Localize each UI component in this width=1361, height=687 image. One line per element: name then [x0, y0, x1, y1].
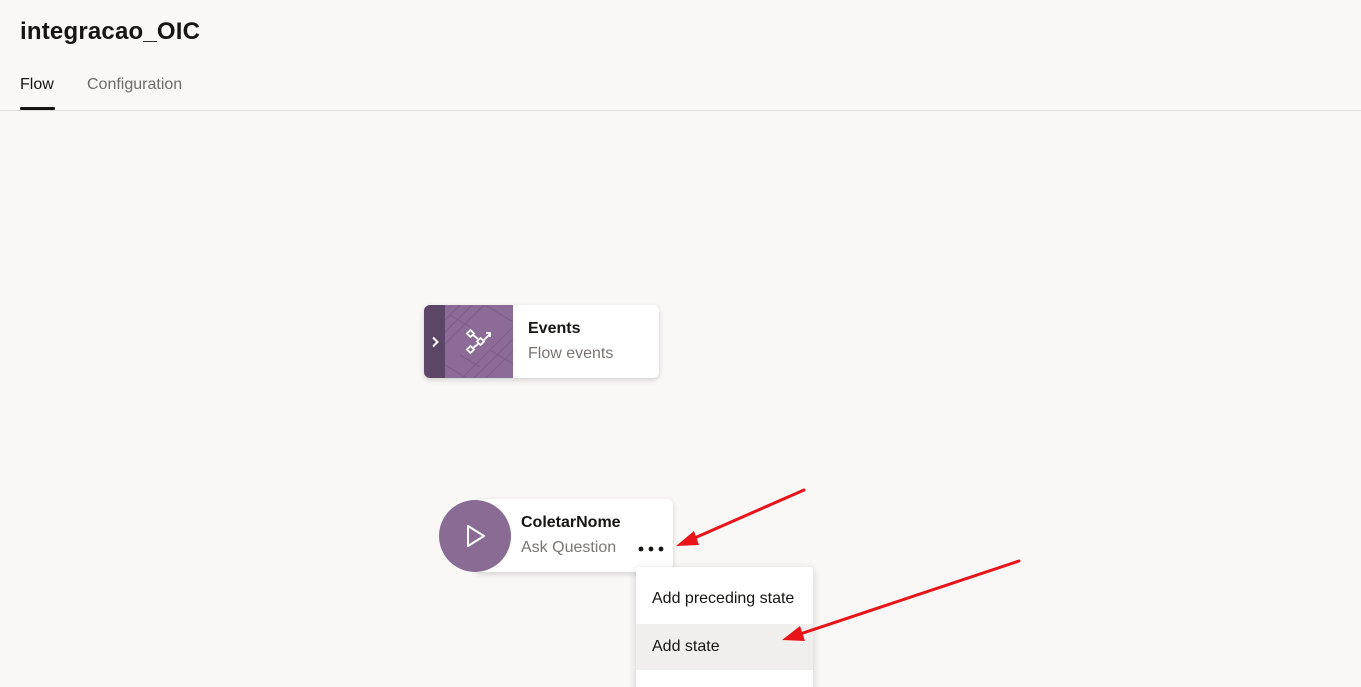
chevron-right-icon[interactable]	[424, 305, 445, 378]
annotation-arrow-1	[676, 488, 806, 546]
page: integracao_OIC Flow Configuration Events…	[0, 0, 1361, 687]
tab-configuration[interactable]: Configuration	[87, 76, 182, 94]
state-node-title: ColetarNome	[521, 514, 621, 531]
flow-events-icon	[445, 305, 513, 378]
menu-item-add-preceding-state[interactable]: Add preceding state	[636, 576, 813, 622]
state-node-subtitle: Ask Question	[521, 539, 617, 556]
menu-item-add-state[interactable]: Add state	[636, 624, 813, 670]
context-menu: Add preceding state Add state	[636, 567, 813, 687]
events-node[interactable]: Events Flow events	[424, 305, 659, 378]
more-horizontal-icon[interactable]	[636, 538, 666, 560]
state-node-text: ColetarNome Ask Question	[521, 514, 621, 557]
tab-flow[interactable]: Flow	[20, 76, 54, 94]
page-title: integracao_OIC	[20, 18, 201, 45]
events-node-text: Events Flow events	[513, 305, 613, 378]
active-tab-indicator	[20, 107, 55, 110]
tab-bar: Flow Configuration	[0, 66, 1361, 111]
events-node-title: Events	[528, 320, 581, 337]
events-node-subtitle: Flow events	[528, 345, 614, 362]
play-icon[interactable]	[439, 500, 511, 572]
annotation-arrow-2	[782, 559, 1021, 641]
